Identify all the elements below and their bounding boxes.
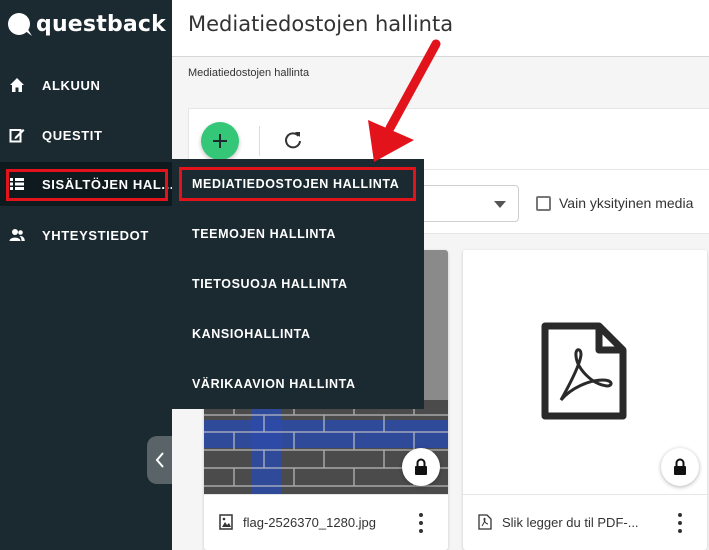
sidebar-item-alkuun[interactable]: ALKUUN [0, 63, 172, 107]
more-options-icon[interactable] [676, 513, 684, 533]
private-only-checkbox[interactable] [536, 196, 551, 211]
sidebar: questback ALKUUN QUESTIT SISÄLTÖJEN HAL.… [0, 0, 173, 550]
pdf-file-icon [541, 322, 627, 420]
brand-name: questback [36, 11, 167, 37]
submenu-item-label: VÄRIKAAVION HALLINTA [192, 377, 356, 391]
annotation-arrow-icon [368, 39, 441, 162]
media-card[interactable]: Slik legger du til PDF-... [463, 250, 707, 550]
highlight-box [6, 169, 168, 201]
file-name: Slik legger du til PDF-... [502, 515, 639, 530]
chevron-left-icon [155, 452, 164, 468]
image-icon [219, 514, 233, 530]
submenu-item-varikaavion-hallinta[interactable]: VÄRIKAAVION HALLINTA [172, 359, 424, 409]
more-options-icon[interactable] [417, 513, 425, 533]
sidebar-item-yhteystiedot[interactable]: YHTEYSTIEDOT [0, 213, 172, 257]
edit-icon [9, 127, 25, 143]
contacts-icon [9, 227, 25, 243]
logo[interactable]: questback [6, 10, 166, 38]
questback-logo-icon [8, 13, 32, 36]
breadcrumb[interactable]: Mediatiedostojen hallinta [188, 67, 309, 79]
sidebar-item-label: ALKUUN [42, 77, 101, 93]
card-footer: Slik legger du til PDF-... [463, 494, 707, 550]
refresh-button[interactable] [281, 128, 305, 152]
pdf-icon [478, 514, 492, 530]
highlight-box [179, 167, 416, 201]
submenu-item-label: TEEMOJEN HALLINTA [192, 227, 336, 241]
submenu-item-label: TIETOSUOJA HALLINTA [192, 277, 348, 291]
file-name: flag-2526370_1280.jpg [243, 515, 377, 530]
sidebar-item-label: YHTEYSTIEDOT [42, 227, 149, 243]
collapse-sidebar-button[interactable] [147, 436, 172, 484]
submenu-item-label: KANSIOHALLINTA [192, 327, 311, 341]
private-only-label: Vain yksityinen media [559, 195, 694, 211]
plus-icon [213, 134, 227, 148]
toolbar-divider [259, 126, 260, 156]
submenu-item-tietosuoja-hallinta[interactable]: TIETOSUOJA HALLINTA [172, 259, 424, 309]
sidebar-item-label: QUESTIT [42, 127, 103, 143]
private-lock-button[interactable] [661, 448, 699, 486]
home-icon [9, 77, 25, 93]
sidebar-item-questit[interactable]: QUESTIT [0, 113, 172, 157]
refresh-icon [285, 132, 301, 149]
lock-icon [674, 458, 686, 475]
add-media-button[interactable] [201, 122, 239, 160]
card-footer: flag-2526370_1280.jpg [204, 494, 448, 550]
chevron-down-icon [494, 201, 506, 208]
submenu-item-teemojen-hallinta[interactable]: TEEMOJEN HALLINTA [172, 209, 424, 259]
page-title: Mediatiedostojen hallinta [188, 12, 454, 36]
lock-icon [415, 458, 427, 475]
submenu-item-kansiohallinta[interactable]: KANSIOHALLINTA [172, 309, 424, 359]
private-lock-button[interactable] [402, 448, 440, 486]
